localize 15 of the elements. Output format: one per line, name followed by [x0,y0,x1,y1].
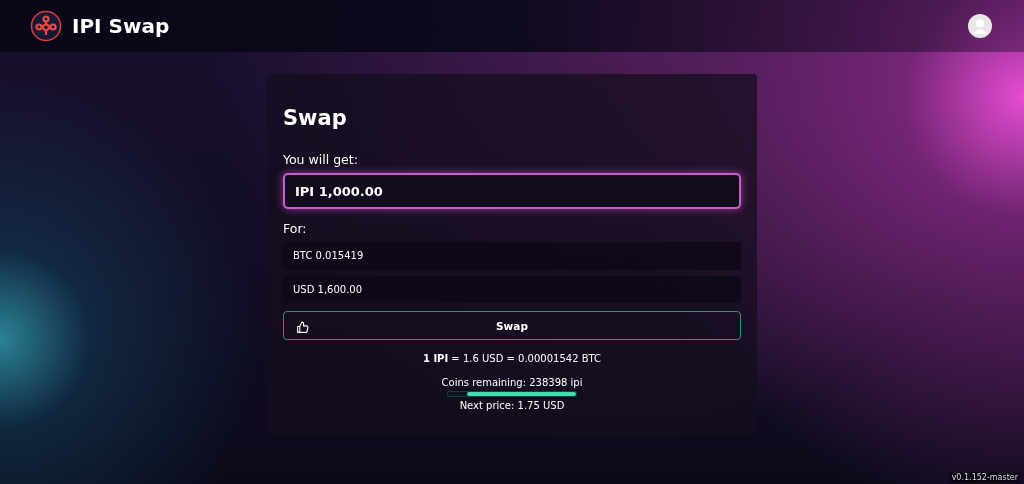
avatar-icon[interactable] [968,14,992,38]
logo-icon [30,10,62,42]
version-label: v0.1.152-master [949,472,1020,483]
swap-button[interactable]: Swap [283,311,741,341]
field-label: You will get: [283,152,359,167]
exchange-rate: 1 IPI = 1.6 USD = 0.00001542 BTC [421,353,603,365]
next-price: Next price: 1.75 USD [458,400,566,411]
field-label: For: [283,221,308,237]
value-field: BTC 0.015419 [283,242,741,270]
thumbs-up-icon [296,321,309,335]
app-title: IPI Swap [72,14,170,38]
value-field: USD 1,600.00 [283,275,741,304]
coins-remaining: Coins remaining: 238398 ipi [440,377,584,389]
amount-input[interactable]: IPI 1,000.00 [283,173,741,210]
card-title: Swap [283,106,348,130]
